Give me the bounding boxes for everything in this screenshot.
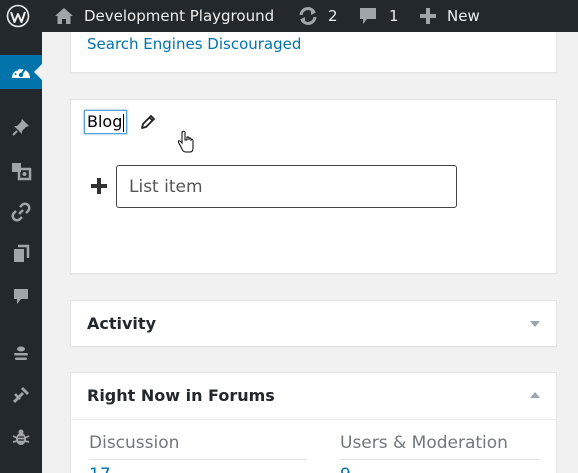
- menu-links[interactable]: [0, 195, 42, 229]
- pencil-icon[interactable]: [139, 113, 157, 131]
- menu-forums[interactable]: [0, 336, 42, 370]
- site-name-link[interactable]: Development Playground: [54, 0, 274, 32]
- comments-button[interactable]: 1: [358, 0, 399, 32]
- forums-icon: [14, 346, 28, 360]
- discussion-count-link[interactable]: 17: [89, 465, 111, 473]
- plus-icon: [420, 8, 436, 24]
- users-count-link[interactable]: 9: [340, 465, 351, 473]
- admin-menu: [0, 32, 42, 473]
- comment-icon: [360, 8, 376, 24]
- home-icon: [55, 8, 73, 24]
- text-caret: [123, 113, 125, 132]
- site-status-widget: Search Engines Discouraged: [70, 32, 557, 73]
- menu-comments[interactable]: [0, 279, 42, 313]
- bug-icon: [12, 429, 30, 445]
- link-icon: [11, 202, 31, 222]
- users-moderation-heading: Users & Moderation: [340, 433, 508, 453]
- pages-icon: [14, 244, 30, 262]
- activity-widget: Activity: [70, 300, 557, 347]
- collapse-arrow-icon[interactable]: [530, 392, 540, 398]
- dashboard-icon: [12, 67, 30, 78]
- forums-widget-title[interactable]: Right Now in Forums: [87, 386, 275, 405]
- current-menu-arrow: [34, 64, 42, 80]
- admin-bar: Development Playground 2 1 New: [0, 0, 578, 32]
- menu-replies[interactable]: [0, 421, 42, 455]
- new-label: New: [447, 7, 480, 25]
- blog-widget: Blog: [70, 99, 557, 274]
- header-divider: [71, 419, 556, 420]
- blog-title: Blog: [87, 112, 123, 131]
- users-moderation-divider: [340, 459, 540, 460]
- updates-button[interactable]: 2: [297, 0, 338, 32]
- pin-icon: [12, 119, 29, 136]
- activity-widget-title[interactable]: Activity: [87, 314, 156, 333]
- menu-topics[interactable]: [0, 378, 42, 412]
- search-engines-discouraged-link[interactable]: Search Engines Discouraged: [87, 35, 301, 53]
- updates-icon: [299, 7, 317, 25]
- menu-pages[interactable]: [0, 237, 42, 271]
- blog-title-editor[interactable]: Blog: [84, 110, 128, 134]
- wordpress-logo-button[interactable]: [6, 0, 30, 32]
- list-item-input[interactable]: [116, 165, 457, 208]
- add-item-icon[interactable]: [91, 178, 107, 194]
- menu-dashboard[interactable]: [0, 55, 42, 89]
- hand-cursor-icon: [177, 130, 194, 153]
- updates-count: 2: [328, 7, 338, 25]
- wordpress-icon: [6, 4, 30, 28]
- expand-arrow-icon[interactable]: [530, 321, 540, 327]
- new-content-button[interactable]: New: [419, 0, 480, 32]
- discussion-divider: [89, 459, 307, 460]
- menu-media[interactable]: [0, 154, 42, 188]
- media-icon: [12, 163, 32, 181]
- forums-widget: Right Now in Forums Discussion Users & M…: [70, 372, 557, 473]
- discussion-heading: Discussion: [89, 433, 180, 453]
- comments-count: 1: [389, 7, 399, 25]
- comment-icon: [14, 289, 28, 304]
- menu-posts[interactable]: [0, 110, 42, 144]
- site-name: Development Playground: [84, 7, 275, 25]
- tools-icon: [12, 387, 29, 404]
